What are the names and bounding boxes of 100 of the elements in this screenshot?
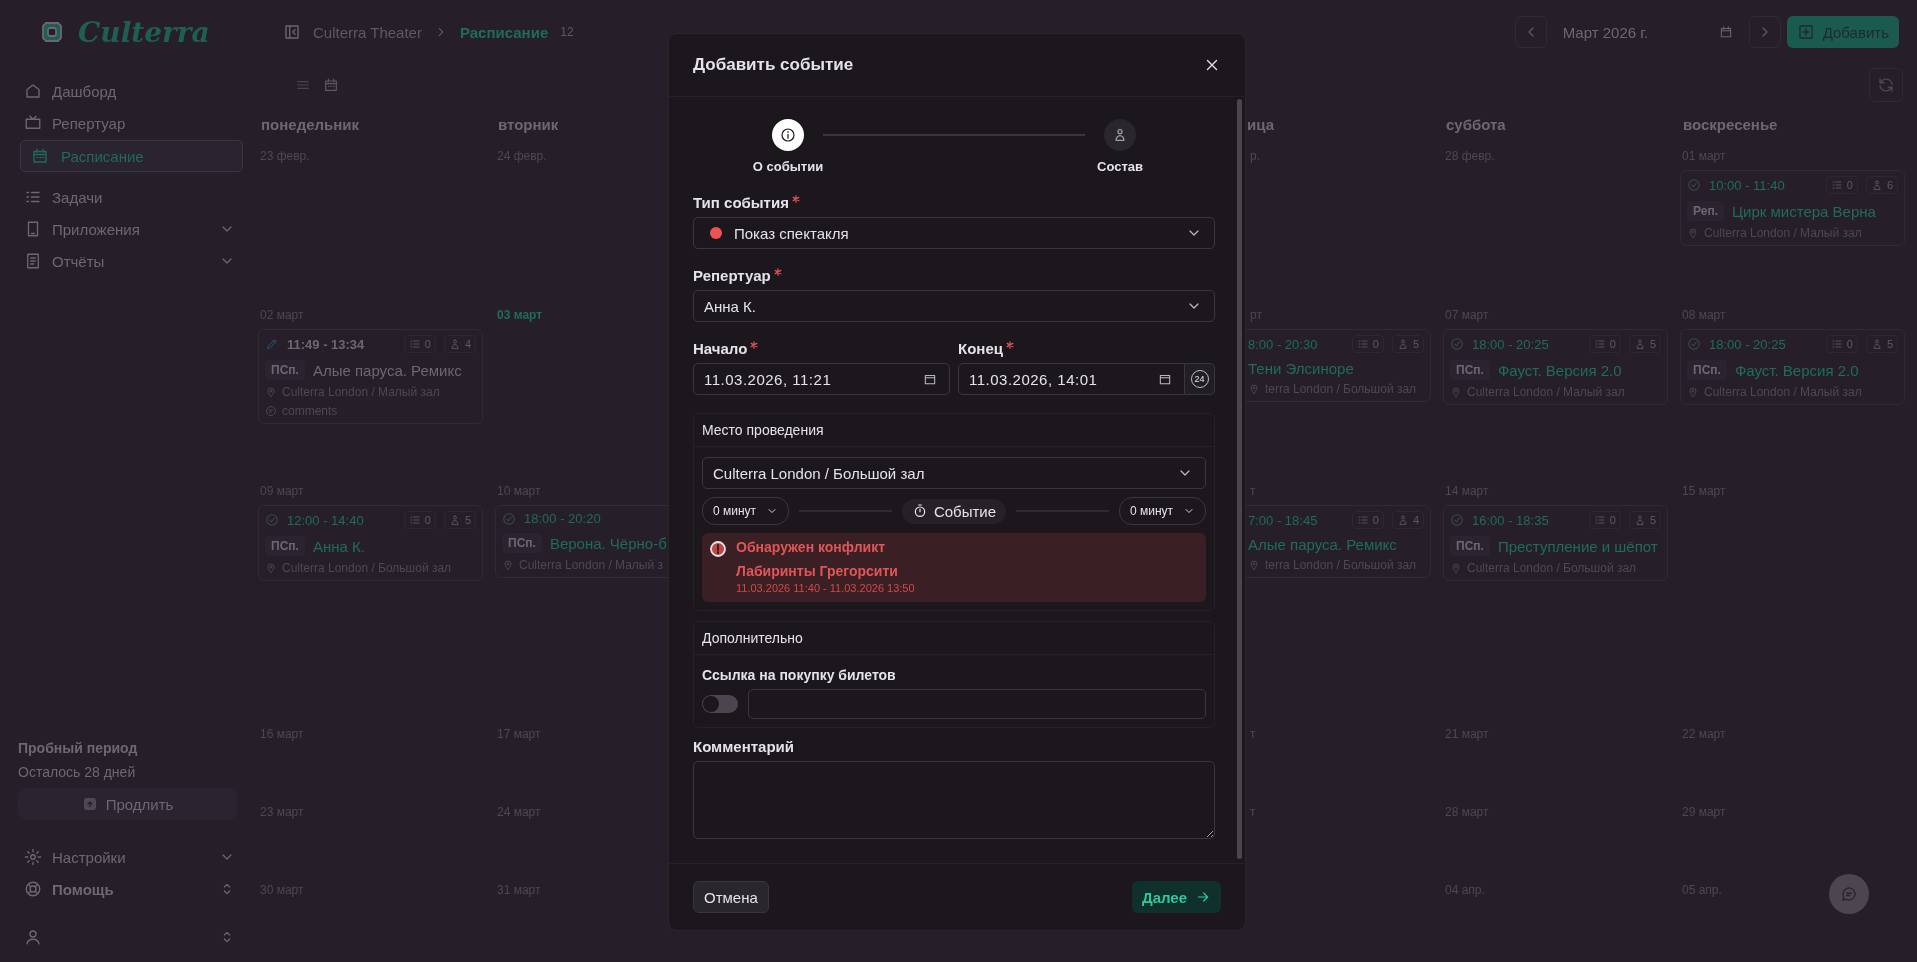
event-time: 11:49 - 13:34 [287,336,366,352]
pin-icon [502,559,514,571]
extend-button[interactable]: Продлить [18,788,237,820]
people-icon [448,514,461,526]
people-icon [1870,179,1883,191]
event-type-tag: ПСп. [502,533,542,553]
sidebar-item[interactable]: Дашборд [20,76,243,106]
trial-days: Осталось 28 дней [18,764,237,780]
info-icon [780,127,796,143]
people-count: 4 [443,335,476,353]
refresh-button[interactable] [1869,68,1903,102]
settings-icon [24,848,42,866]
pin-icon [1248,383,1260,395]
step-indicator[interactable] [772,119,804,151]
checklist-icon [1593,338,1606,350]
end-date-field[interactable]: 11.03.2026, 14:01 [958,363,1185,395]
pin-icon [265,386,277,398]
event-time: 18:00 - 20:25 [1472,336,1550,352]
step-label: Состав [1097,159,1143,174]
sidebar-item[interactable]: Расписание [20,140,243,172]
sidebar-item[interactable]: Настройки [20,842,243,872]
weekday-header: вторник [498,115,559,133]
pin-icon [1687,386,1699,398]
field-label: Начало [693,340,748,357]
time-format-button[interactable]: 24 [1185,363,1215,395]
sidebar-item[interactable]: Задачи [20,182,243,212]
checklist-icon [1593,514,1606,526]
event-time: 12:00 - 14:40 [287,512,365,528]
people-icon [1396,514,1409,526]
field-label: Репертуар [693,267,771,284]
pin-icon [1450,386,1462,398]
event-time: 18:00 - 20:25 [1709,336,1787,352]
calendar-icon [31,147,49,165]
checklist-icon [1356,338,1369,350]
next-button[interactable]: Далее [1131,881,1221,913]
event-title: Фауст. Версия 2.0 [1734,361,1859,379]
day-date: 03 март [497,308,543,322]
arrow-right-icon [1195,889,1211,905]
month-field[interactable]: Март 2026 г. [1552,16,1743,48]
repertoire-select[interactable]: Анна К. [693,290,1215,322]
event-type-select[interactable]: Показ спектакля [693,217,1215,249]
buffer-after-select[interactable]: 0 минут [1118,497,1206,525]
sidebar-item[interactable]: Приложения [20,214,243,244]
pencil-icon [265,337,279,351]
trial-title: Пробный период [18,740,139,756]
event-time: 16:00 - 18:35 [1472,512,1550,528]
dialog-title: Добавить событие [693,55,854,75]
sidebar-toggle-icon[interactable] [283,23,301,41]
cancel-button[interactable]: Отмена [693,881,769,913]
toggle-switch[interactable] [702,695,738,713]
checklist-icon [408,338,421,350]
step-label: О событии [752,159,824,174]
pin-icon [1450,562,1462,574]
event-marker: Событие [901,498,1007,524]
previous-button[interactable] [1514,16,1547,48]
start-date-field[interactable]: 11.03.2026, 11:21 [693,363,950,395]
scrollbar-thumb[interactable] [1237,99,1242,859]
alert-icon [710,541,726,557]
field-label: Ссылка на покупку билетов [702,667,897,683]
logo-text: Culterra [78,15,210,49]
event-title: Анна К. [312,537,365,555]
event-title: Алые паруса. Ремикс [312,361,462,379]
field-label: Комментарий [693,738,794,755]
people-icon [448,338,461,350]
pin-icon [1687,227,1699,239]
event-type-tag: Реп. [1687,201,1724,221]
pin-icon [1248,559,1260,571]
chat-icon [1840,885,1858,903]
lifebuoy-icon [24,880,42,898]
sidebar-item[interactable]: Репертуар [20,108,243,138]
field-label: Тип события [693,194,789,211]
event-title: Тени Элсиноре [1248,360,1354,377]
chat-button[interactable] [1829,874,1869,914]
pin-icon [265,562,277,574]
next-button[interactable] [1748,16,1781,48]
tv-icon [24,114,42,132]
calendar-icon [923,372,937,386]
event-type-tag: ПСп. [1450,536,1490,556]
section-title: Место проведения [694,414,1214,447]
event-title: Фауст. Версия 2.0 [1497,361,1622,379]
event-title: Преступление и шёпот [1497,537,1658,555]
people-icon [1870,338,1883,350]
breadcrumb-link[interactable]: Culterra Theater [313,23,422,41]
event-time: 8:00 - 20:30 [1248,336,1319,352]
house-icon [24,82,42,100]
comment-input[interactable] [693,761,1215,839]
event-type-tag: ПСп. [1450,360,1490,380]
event-title: Алые паруса. Ремикс [1248,536,1397,553]
calendar-view-icon[interactable] [323,77,339,93]
sidebar-item[interactable]: Помощь [20,874,243,904]
buffer-before-select[interactable]: 0 минут [702,497,790,525]
comment-icon [265,405,277,417]
ticket-link-input[interactable] [748,689,1206,719]
field-label: Конец [958,340,1003,357]
section-title: Дополнительно [694,622,1214,655]
plus-icon [1796,23,1815,41]
breadcrumb-current: Расписание [459,23,549,41]
checklist-icon [1356,514,1369,526]
venue-select[interactable]: Culterra London / Большой зал [702,457,1206,489]
sidebar-item[interactable]: Отчёты [20,246,243,276]
